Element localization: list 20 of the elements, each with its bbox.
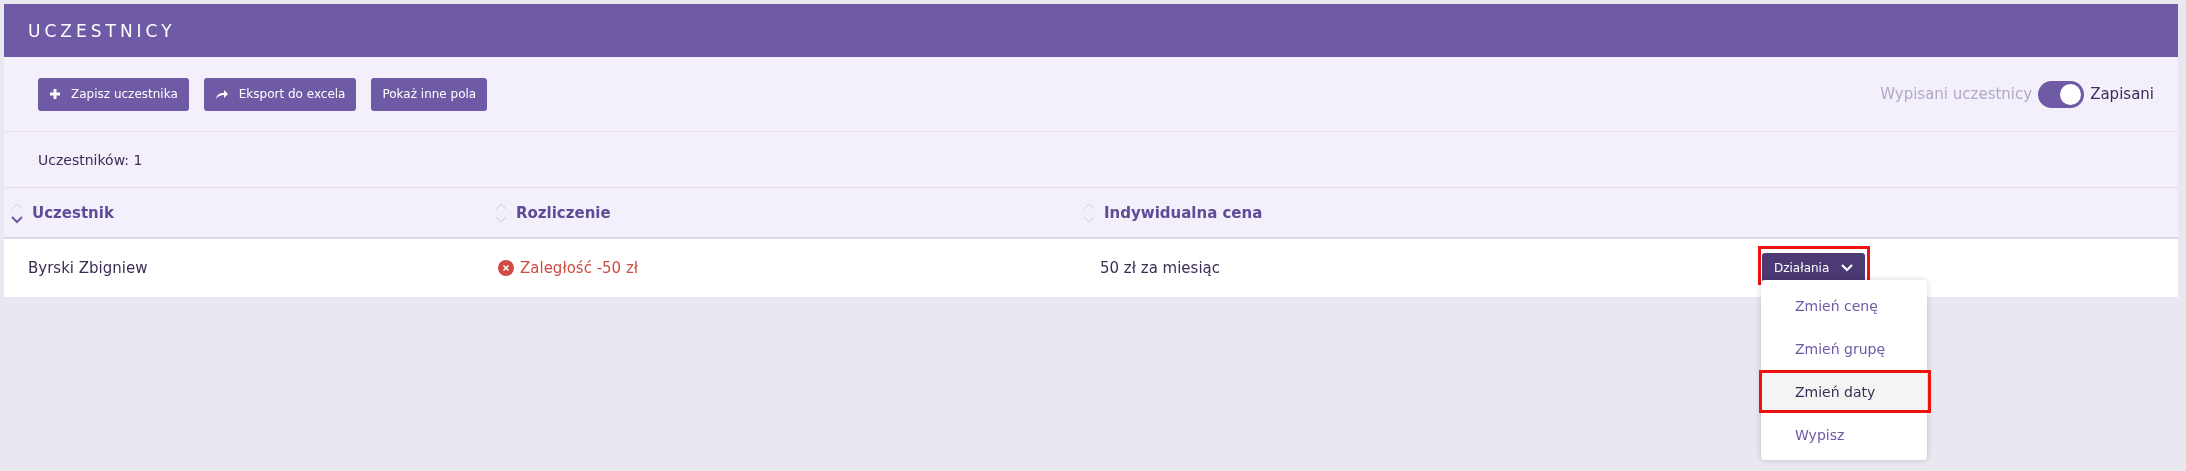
column-header[interactable]: Uczestnik (32, 203, 114, 222)
toggle-switch[interactable] (2038, 80, 2085, 108)
menu-item[interactable]: Zmień cenę (1761, 284, 1927, 327)
plus-icon (49, 88, 61, 100)
column-header[interactable]: Rozliczenie (516, 203, 611, 222)
toggle-label: Zapisani (2090, 85, 2154, 103)
menu-item[interactable]: Wypisz (1761, 413, 1927, 456)
toolbar-button[interactable]: Eksport do excela (203, 77, 357, 111)
column-header[interactable]: Indywidualna cena (1104, 203, 1263, 222)
menu-item[interactable]: Zmień grupę (1761, 327, 1927, 370)
table-cell: Zaległość -50 zł (520, 259, 639, 277)
participant-count: Uczestników: 1 (38, 151, 143, 168)
table-cell: 50 zł za miesiąc (1100, 259, 1221, 277)
actions-dropdown-button[interactable]: Działania (1762, 253, 1866, 283)
toggle-label: Wypisani uczestnicy (1880, 85, 2033, 103)
table-cell: Byrski Zbigniew (28, 259, 148, 277)
share-arrow-icon (214, 88, 229, 100)
toolbar-button[interactable]: Zapisz uczestnika (38, 77, 189, 111)
panel-title: UCZESTNICY (28, 20, 176, 41)
toolbar-button[interactable]: Pokaż inne pola (371, 77, 488, 111)
